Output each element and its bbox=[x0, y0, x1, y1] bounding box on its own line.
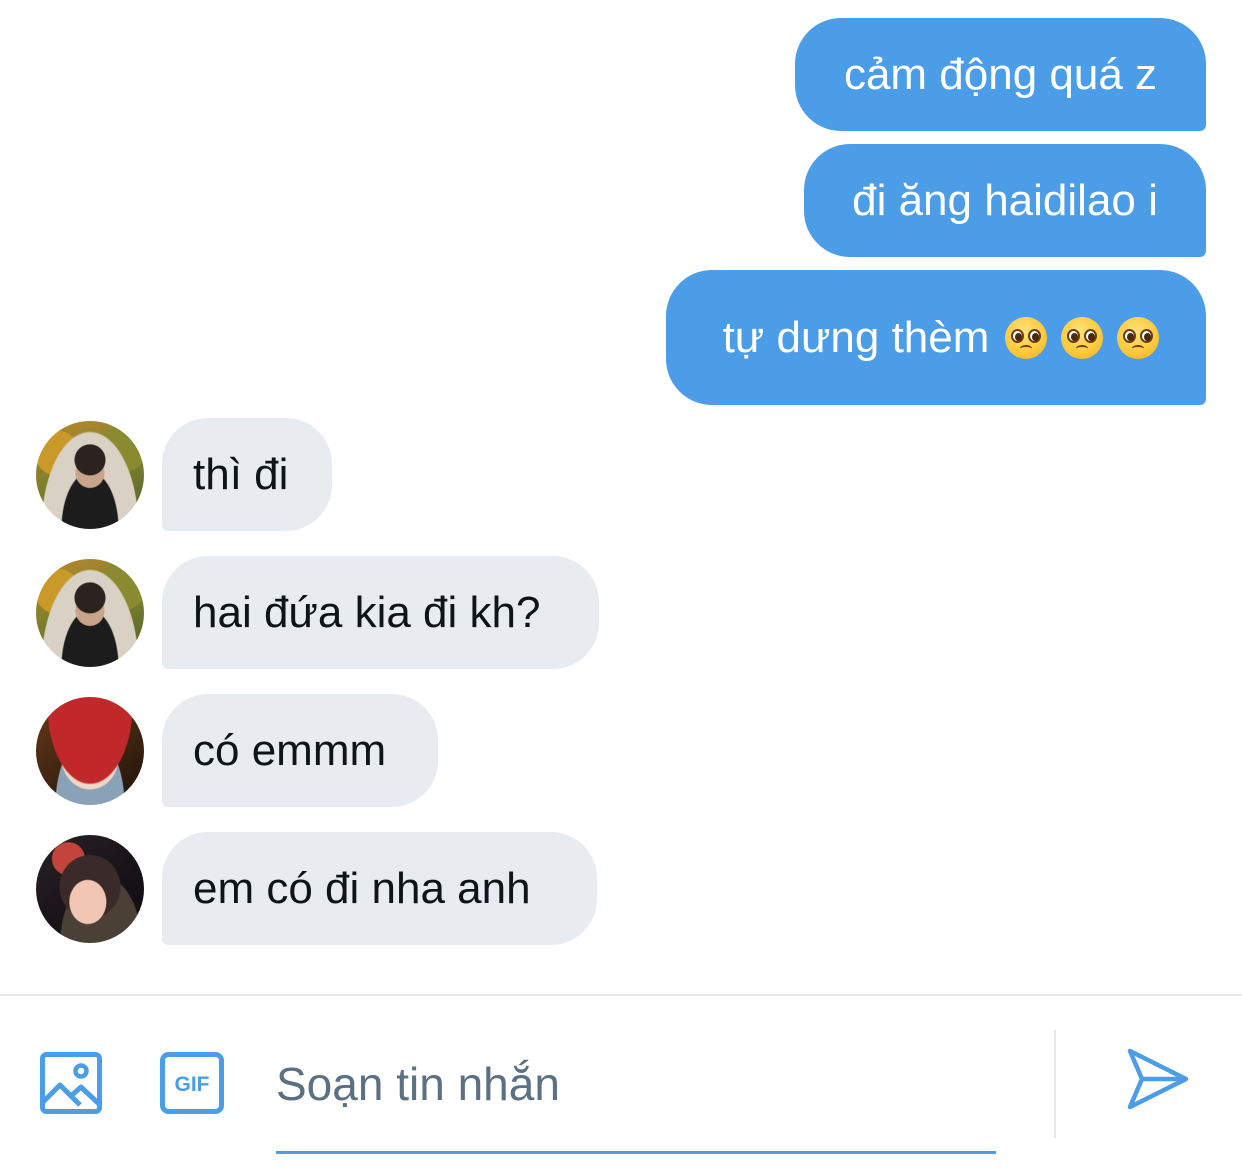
message-composer: GIF bbox=[0, 994, 1242, 1169]
add-gif-button[interactable]: GIF bbox=[160, 1052, 224, 1114]
message-text: cảm động quá z bbox=[843, 49, 1158, 99]
incoming-message[interactable]: em có đi nha anh bbox=[162, 832, 597, 945]
image-icon bbox=[40, 1052, 102, 1114]
input-focus-underline bbox=[276, 1151, 996, 1154]
add-image-button[interactable] bbox=[40, 1052, 102, 1114]
incoming-message-row: hai đứa kia đi kh? bbox=[36, 556, 599, 669]
incoming-message[interactable]: có emmm bbox=[162, 694, 438, 807]
pleading-face-emoji-icon bbox=[1061, 316, 1104, 359]
message-text: hai đứa kia đi kh? bbox=[193, 587, 541, 637]
outgoing-message[interactable]: tự dưng thèm bbox=[666, 270, 1206, 405]
incoming-message[interactable]: thì đi bbox=[162, 418, 332, 531]
pleading-face-emoji-icon bbox=[1117, 316, 1160, 359]
pleading-face-emoji-icon bbox=[1005, 316, 1048, 359]
message-input-container bbox=[276, 1036, 996, 1156]
message-text: em có đi nha anh bbox=[193, 863, 531, 913]
message-text: có emmm bbox=[193, 725, 387, 775]
divider bbox=[1054, 1030, 1056, 1138]
incoming-message[interactable]: hai đứa kia đi kh? bbox=[162, 556, 599, 669]
incoming-message-row: thì đi bbox=[36, 418, 332, 531]
avatar[interactable] bbox=[36, 558, 144, 667]
outgoing-message[interactable]: đi ăng haidilao i bbox=[804, 144, 1206, 257]
outgoing-message[interactable]: cảm động quá z bbox=[795, 18, 1206, 131]
send-icon bbox=[1127, 1048, 1189, 1110]
avatar[interactable] bbox=[36, 696, 144, 805]
gif-label: GIF bbox=[175, 1073, 210, 1096]
incoming-message-row: em có đi nha anh bbox=[36, 832, 597, 945]
incoming-message-row: có emmm bbox=[36, 694, 438, 807]
message-input[interactable] bbox=[276, 1036, 996, 1132]
send-button[interactable] bbox=[1126, 1048, 1190, 1110]
message-text: đi ăng haidilao i bbox=[852, 175, 1158, 225]
message-thread: cảm động quá z đi ăng haidilao i tự dưng… bbox=[0, 0, 1242, 994]
avatar[interactable] bbox=[36, 834, 144, 943]
gif-icon: GIF bbox=[160, 1052, 224, 1114]
avatar[interactable] bbox=[36, 420, 144, 529]
message-text: thì đi bbox=[193, 449, 289, 499]
emoji-group bbox=[1005, 316, 1160, 359]
message-text: tự dưng thèm bbox=[722, 312, 990, 362]
